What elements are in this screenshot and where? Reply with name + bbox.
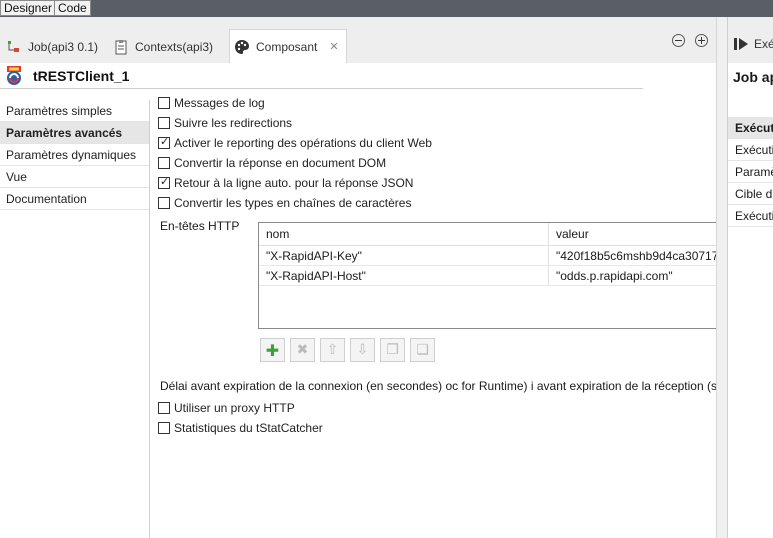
move-down-icon[interactable]: ⇩ (350, 338, 375, 362)
cell-nom[interactable]: "X-RapidAPI-Key" (259, 246, 549, 265)
checkbox[interactable] (158, 402, 170, 414)
perspective-bar: Designer Code (0, 0, 773, 17)
checkbox[interactable] (158, 422, 170, 434)
option-label: Statistiques du tStatCatcher (174, 421, 323, 435)
option-tstatcatcher[interactable]: Statistiques du tStatCatcher (158, 421, 323, 435)
option-convertir-dom[interactable]: Convertir la réponse en document DOM (158, 156, 386, 170)
close-icon[interactable]: ✕ (329, 40, 338, 53)
http-headers-label: En-têtes HTTP (160, 219, 240, 233)
contexts-icon (115, 40, 127, 55)
panel-splitter[interactable] (716, 17, 727, 538)
option-label: Utiliser un proxy HTTP (174, 401, 295, 415)
option-messages-log[interactable]: Messages de log (158, 96, 265, 110)
http-headers-table: nom valeur "X-RapidAPI-Key" "420f18b5c6m… (258, 222, 716, 329)
component-title: tRESTClient_1 (33, 68, 130, 84)
table-header: nom valeur (259, 223, 716, 246)
run-nav: Exécut Exécuti Paramè Cible d Exécuti (728, 117, 773, 227)
designer-tab[interactable]: Designer (0, 0, 57, 16)
palette-icon (235, 39, 249, 54)
option-label: Messages de log (174, 96, 265, 110)
copy-icon[interactable]: ❐ (380, 338, 405, 362)
option-label: Activer le reporting des opérations du c… (174, 136, 432, 150)
advanced-settings-panel: Messages de log Suivre les redirections … (150, 90, 716, 538)
column-header-nom[interactable]: nom (259, 223, 549, 245)
nav-vue[interactable]: Vue (0, 166, 149, 188)
job-icon (8, 41, 19, 52)
option-label: Suivre les redirections (174, 116, 293, 130)
cell-valeur[interactable]: "odds.p.rapidapi.com" (549, 266, 716, 285)
checkbox[interactable] (158, 197, 170, 209)
run-nav-item[interactable]: Paramè (728, 161, 773, 183)
tab-contexts[interactable]: Contexts(api3) (109, 31, 217, 63)
checkbox[interactable] (158, 157, 170, 169)
nav-documentation[interactable]: Documentation (0, 188, 149, 210)
table-toolbar: ✚ ✖ ⇧ ⇩ ❐ ❏ (260, 338, 435, 362)
run-nav-item[interactable]: Exécut (728, 117, 773, 139)
option-retour-ligne-json[interactable]: Retour à la ligne auto. pour la réponse … (158, 175, 414, 190)
component-header: tRESTClient_1 (0, 63, 643, 89)
tab-execution-label: Exé (754, 37, 773, 51)
cell-valeur[interactable]: "420f18b5c6mshb9d4ca30717b (549, 246, 716, 265)
tab-composant[interactable]: Composant ✕ (229, 29, 347, 63)
nav-parametres-dynamiques[interactable]: Paramètres dynamiques (0, 144, 149, 166)
run-icon (734, 38, 748, 50)
view-tools (672, 34, 708, 47)
tab-contexts-label: Contexts(api3) (135, 40, 214, 54)
tab-job[interactable]: Job(api3 0.1) (2, 31, 102, 63)
paste-icon[interactable]: ❏ (410, 338, 435, 362)
run-tab-bar: Exé (728, 17, 773, 63)
minimize-icon[interactable] (672, 34, 685, 47)
trestclient-icon (7, 66, 21, 85)
run-nav-item[interactable]: Cible d (728, 183, 773, 205)
option-label: Retour à la ligne auto. pour la réponse … (174, 176, 414, 190)
view-tab-strip: Job(api3 0.1) Contexts(api3) Composant ✕ (0, 17, 716, 63)
run-nav-item[interactable]: Exécuti (728, 139, 773, 161)
table-row[interactable]: "X-RapidAPI-Key" "420f18b5c6mshb9d4ca307… (259, 246, 716, 266)
option-suivre-redirections[interactable]: Suivre les redirections (158, 116, 292, 130)
run-panel: Exé Job ap Exécut Exécuti Paramè Cible d… (727, 17, 773, 538)
cell-nom[interactable]: "X-RapidAPI-Host" (259, 266, 549, 285)
code-tab[interactable]: Code (54, 0, 91, 16)
checkbox-checked[interactable] (158, 135, 170, 149)
option-reporting-client-web[interactable]: Activer le reporting des opérations du c… (158, 135, 432, 150)
table-row[interactable]: "X-RapidAPI-Host" "odds.p.rapidapi.com" (259, 266, 716, 286)
option-convertir-types[interactable]: Convertir les types en chaînes de caract… (158, 196, 411, 210)
option-proxy-http[interactable]: Utiliser un proxy HTTP (158, 401, 295, 415)
option-label: Convertir les types en chaînes de caract… (174, 196, 412, 210)
maximize-icon[interactable] (695, 34, 708, 47)
nav-parametres-simples[interactable]: Paramètres simples (0, 100, 149, 122)
delete-icon[interactable]: ✖ (290, 338, 315, 362)
nav-parametres-avances[interactable]: Paramètres avancés (0, 122, 149, 144)
column-header-valeur[interactable]: valeur (549, 223, 716, 245)
checkbox[interactable] (158, 117, 170, 129)
tab-execution[interactable]: Exé (734, 37, 773, 51)
settings-nav: Paramètres simples Paramètres avancés Pa… (0, 100, 150, 538)
move-up-icon[interactable]: ⇧ (320, 338, 345, 362)
tab-composant-label: Composant (256, 39, 318, 54)
checkbox-checked[interactable] (158, 175, 170, 189)
option-label: Convertir la réponse en document DOM (174, 156, 387, 170)
run-nav-item[interactable]: Exécuti (728, 205, 773, 227)
add-icon[interactable]: ✚ (260, 338, 285, 362)
timeout-label: Délai avant expiration de la connexion (… (160, 379, 716, 393)
run-panel-title: Job ap (733, 69, 773, 85)
checkbox[interactable] (158, 97, 170, 109)
tab-job-label: Job(api3 0.1) (28, 40, 99, 54)
